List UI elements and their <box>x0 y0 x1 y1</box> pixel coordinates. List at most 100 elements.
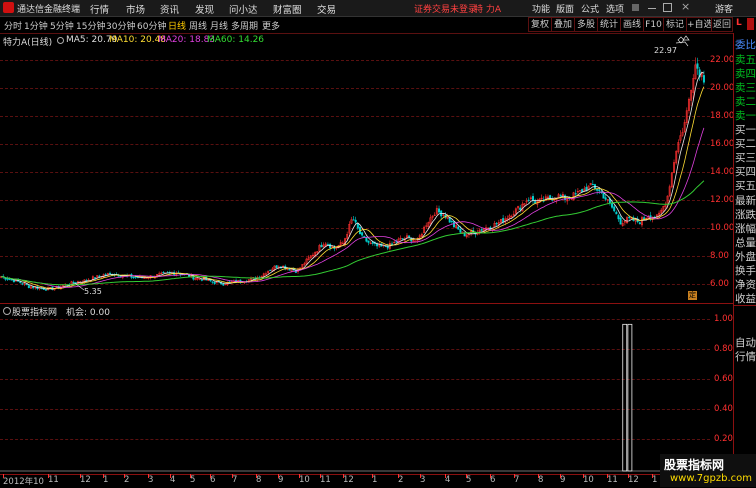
candle-body <box>527 199 530 201</box>
menu-caifuquan[interactable]: 财富圈 <box>273 2 302 16</box>
candle-body <box>25 283 28 286</box>
panel-sell1: 卖一 <box>735 110 756 122</box>
indicator-chart[interactable] <box>0 315 708 473</box>
time-axis-tick <box>3 474 4 478</box>
tab-weekly[interactable]: 周线 <box>189 19 207 32</box>
panel-sell4: 卖四 <box>735 68 756 80</box>
candle-body <box>532 196 535 201</box>
time-axis-tick <box>445 474 446 478</box>
time-axis-tick <box>420 474 421 478</box>
user-guest[interactable]: 游客 <box>715 2 733 15</box>
panel-auto[interactable]: 自动 <box>735 335 756 350</box>
candle-body <box>696 63 699 69</box>
time-axis-tick <box>538 474 539 478</box>
panel-latest: 最新 <box>735 195 756 207</box>
menu-shichang[interactable]: 市场 <box>126 2 145 16</box>
candle-body <box>94 277 97 279</box>
menu-gongshi[interactable]: 公式 <box>581 2 599 15</box>
time-axis-tick <box>583 474 584 478</box>
candle-body <box>598 189 601 192</box>
candle-body <box>638 222 641 225</box>
menu-jiaoyi[interactable]: 交易 <box>317 2 336 16</box>
candle-body <box>408 235 411 237</box>
menu-xuanxiang[interactable]: 选项 <box>606 2 624 15</box>
time-axis-tick <box>278 474 279 478</box>
candle-body <box>395 241 398 243</box>
candle-body <box>85 280 88 282</box>
tab-daily[interactable]: 日线 <box>168 19 186 32</box>
panel-quotes[interactable]: 行情 <box>735 349 756 364</box>
signal-series <box>0 323 705 472</box>
price-axis-label: 20.00 <box>710 83 735 93</box>
tab-5min[interactable]: 5分钟 <box>50 19 74 32</box>
candle-body <box>10 279 13 281</box>
fuquan-button[interactable]: 复权 <box>528 17 552 32</box>
panel-change: 涨跌 <box>735 209 756 221</box>
menu-wenxiaoda[interactable]: 问小达 <box>229 2 258 16</box>
panel-sell2: 卖二 <box>735 96 756 108</box>
skin-icon[interactable] <box>632 4 639 11</box>
menu-gongneng[interactable]: 功能 <box>532 2 550 15</box>
price-chart[interactable]: 22.97 5.35 <box>0 34 708 302</box>
statistics-button[interactable]: 统计 <box>597 17 621 32</box>
high-marker-line <box>675 41 689 47</box>
mark-button[interactable]: 标记 <box>663 17 687 32</box>
time-axis <box>0 474 733 488</box>
tab-30min[interactable]: 30分钟 <box>106 19 135 32</box>
candle-body <box>459 228 462 233</box>
title-bar: 通达信金融终端 行情 市场 资讯 发现 问小达 财富圈 交易 证券交易未登录 特… <box>0 0 756 17</box>
trade-login-alert[interactable]: 证券交易未登录 <box>414 2 477 15</box>
maximize-icon[interactable] <box>663 3 672 12</box>
panel-separator <box>733 305 756 306</box>
minimize-icon[interactable] <box>648 8 656 9</box>
candle-body <box>269 269 272 271</box>
menu-banmian[interactable]: 版面 <box>556 2 574 15</box>
ding-marker-icon[interactable]: 定 <box>688 291 697 300</box>
candle-body <box>32 286 35 289</box>
menu-faxian[interactable]: 发现 <box>195 2 214 16</box>
candle-body <box>367 240 370 243</box>
indicator-settings-icon[interactable] <box>3 307 11 315</box>
candle-body <box>352 219 355 221</box>
app-name: 通达信金融终端 <box>17 5 81 15</box>
f10-button[interactable]: F10 <box>643 17 664 32</box>
tab-more[interactable]: 更多 <box>262 19 280 32</box>
tab-fenshi[interactable]: 分时 <box>4 19 22 32</box>
candle-body <box>617 215 620 220</box>
time-axis-tick <box>80 474 81 478</box>
panel-buy1: 买一 <box>735 124 756 136</box>
candle-body <box>132 276 135 279</box>
menu-zixun[interactable]: 资讯 <box>160 2 179 16</box>
tab-1min[interactable]: 1分钟 <box>24 19 48 32</box>
back-button[interactable]: 返回 <box>711 17 733 32</box>
time-axis-tick <box>372 474 373 478</box>
menu-hangqing[interactable]: 行情 <box>90 2 109 16</box>
level2-badge-icon <box>747 18 754 30</box>
candle-body <box>602 192 605 199</box>
multistock-button[interactable]: 多股 <box>574 17 598 32</box>
triangle-icon <box>682 35 690 41</box>
tab-multiperiod[interactable]: 多周期 <box>231 19 258 32</box>
candlestick-series <box>0 57 705 291</box>
candle-body <box>480 229 483 231</box>
time-axis-label: 11 <box>48 475 59 485</box>
time-axis-tick <box>232 474 233 478</box>
candle-body <box>44 289 47 291</box>
draw-button[interactable]: 画线 <box>620 17 644 32</box>
panel-volume: 总量 <box>735 237 756 249</box>
candle-body <box>288 268 291 271</box>
tab-monthly[interactable]: 月线 <box>210 19 228 32</box>
time-axis-tick <box>148 474 149 478</box>
time-axis-tick <box>170 474 171 478</box>
candle-body <box>450 221 453 223</box>
add-watchlist-button[interactable]: +自选 <box>686 17 713 32</box>
overlay-button[interactable]: 叠加 <box>551 17 575 32</box>
candle-body <box>619 217 622 225</box>
panel-weibi[interactable]: 委比 <box>735 37 756 52</box>
tab-60min[interactable]: 60分钟 <box>137 19 166 32</box>
candle-body <box>519 207 522 210</box>
time-axis-tick <box>607 474 608 478</box>
close-icon[interactable]: × <box>681 0 690 13</box>
tab-15min[interactable]: 15分钟 <box>76 19 105 32</box>
candle-body <box>613 206 616 212</box>
